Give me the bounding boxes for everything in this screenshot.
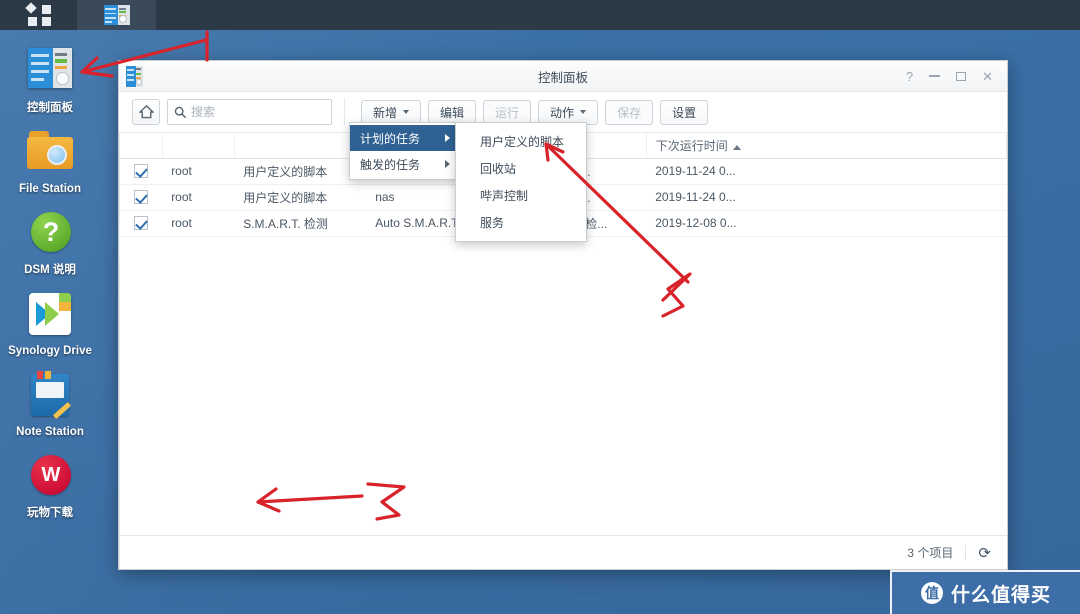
row-next-run: 2019-11-24 0... [646,184,1007,211]
search-icon [174,106,187,118]
row-owner: root [162,210,235,237]
save-button: 保存 [605,99,654,125]
edit-button[interactable]: 编辑 [428,99,477,125]
menu-item-scheduled-task[interactable]: 计划的任务 [350,125,460,151]
desktop-icon-file-station[interactable]: File Station [0,127,100,196]
sidebar: 网络 DHCP Server [119,133,121,569]
column-header-type[interactable] [234,133,367,159]
row-next-run: 2019-12-08 0... [646,210,1007,237]
column-header-checkbox[interactable] [120,133,163,159]
column-header-owner[interactable] [162,133,235,159]
desktop-icon-label: Synology Drive [8,345,92,357]
sidebar-item-info-center[interactable]: 信息中心 [119,293,120,333]
menu-item-service[interactable]: 服务 [456,209,586,236]
desktop-icon-note-station[interactable]: Note Station [0,370,100,439]
chevron-down-icon [580,110,587,114]
row-type: S.M.A.R.T. 检测 [234,210,367,237]
sidebar-item-dhcp-server[interactable]: DHCP Server [119,179,120,219]
desktop-icon-label: DSM 说明 [24,264,76,276]
sidebar-item-network[interactable]: 网络 [119,139,120,179]
watermark: 值 什么值得买 [890,570,1080,614]
sidebar-item-theme[interactable]: 主题样式 [119,333,120,373]
run-button: 运行 [483,99,532,125]
row-next-run: 2019-11-24 0... [646,158,1007,185]
refresh-icon[interactable]: ⟳ [978,544,991,562]
sidebar-item-security[interactable]: 安全性 [119,219,120,259]
home-button[interactable] [132,99,160,125]
file-station-icon [25,127,75,177]
search-box[interactable] [167,99,332,125]
main-menu-button[interactable] [0,0,78,30]
wanwu-download-icon: W [25,451,75,501]
sidebar-item-regional-options[interactable]: 区域选项 [119,373,120,413]
control-panel-icon [103,5,130,25]
menu-item-recycle-bin[interactable]: 回收站 [456,155,586,182]
control-panel-icon [25,46,75,96]
desktop-icon-wanwu-download[interactable]: W 玩物下载 [0,451,100,520]
chevron-down-icon [403,110,410,114]
desktop-icon-list: 控制面板 File Station ? DSM 说明 Synology Driv… [0,30,100,532]
row-checkbox[interactable] [120,210,163,237]
sidebar-item-notifications[interactable]: 通知设置 [119,413,120,453]
watermark-text: 什么值得买 [950,584,1051,606]
chevron-right-icon [445,160,450,168]
desktop-icon-dsm-help[interactable]: ? DSM 说明 [0,208,100,277]
row-owner: root [162,184,235,211]
toolbar-button-group: 新增 编辑 运行 动作 保存 设置 [361,99,709,125]
close-button[interactable]: ✕ [982,70,993,83]
minimize-button[interactable] [929,75,941,77]
settings-button[interactable]: 设置 [660,99,709,125]
search-input[interactable] [191,105,325,119]
synology-drive-icon [25,289,75,339]
note-station-icon [25,370,75,420]
taskbar-item-control-panel[interactable] [78,0,156,30]
new-dropdown-menu: 计划的任务 触发的任务 [349,122,461,180]
desktop-icon-label: File Station [19,183,81,195]
sidebar-group-system[interactable]: 系统 [119,259,120,293]
menu-item-user-defined-script[interactable]: 用户定义的脚本 [456,128,586,155]
maximize-button[interactable] [956,71,967,81]
watermark-badge: 值 [920,582,943,604]
row-type: 用户定义的脚本 [234,184,367,211]
column-header-next-run-time[interactable]: 下次运行时间 [646,133,1008,159]
desktop-icon-label: 控制面板 [27,102,73,114]
grid-menu-icon [24,2,51,26]
row-checkbox[interactable] [120,184,163,211]
sort-asc-icon [732,144,741,150]
desktop-icon-synology-drive[interactable]: Synology Drive [0,289,100,358]
row-owner: root [162,158,235,185]
desktop-icon-label: Note Station [16,426,84,438]
scheduled-task-submenu: 用户定义的脚本 回收站 哔声控制 服务 [455,122,587,242]
sidebar-item-hardware-power[interactable]: 硬件和电源 [119,493,120,533]
sidebar-item-task-scheduler[interactable]: 任务计划 [119,453,120,493]
home-icon [138,105,154,119]
item-count-label: 3 个项目 [907,546,954,560]
new-button[interactable]: 新增 [361,99,422,125]
taskbar [0,0,1080,30]
action-button[interactable]: 动作 [538,99,599,125]
desktop-icon-control-panel[interactable]: 控制面板 [0,46,100,115]
row-type: 用户定义的脚本 [234,158,367,185]
menu-item-beep-control[interactable]: 哔声控制 [456,182,586,209]
desktop-icon-label: 玩物下载 [27,507,73,519]
help-button[interactable]: ? [906,70,913,83]
toolbar-divider [344,98,345,126]
menu-item-triggered-task[interactable]: 触发的任务 [350,151,460,177]
status-divider [965,545,967,560]
window-title: 控制面板 [537,70,588,85]
row-checkbox[interactable] [120,158,163,185]
dsm-help-icon: ? [25,208,75,258]
chevron-right-icon [445,134,450,142]
status-bar: 3 个项目 ⟳ [120,535,1007,569]
window-titlebar[interactable]: 控制面板 ? ✕ [119,61,1007,92]
